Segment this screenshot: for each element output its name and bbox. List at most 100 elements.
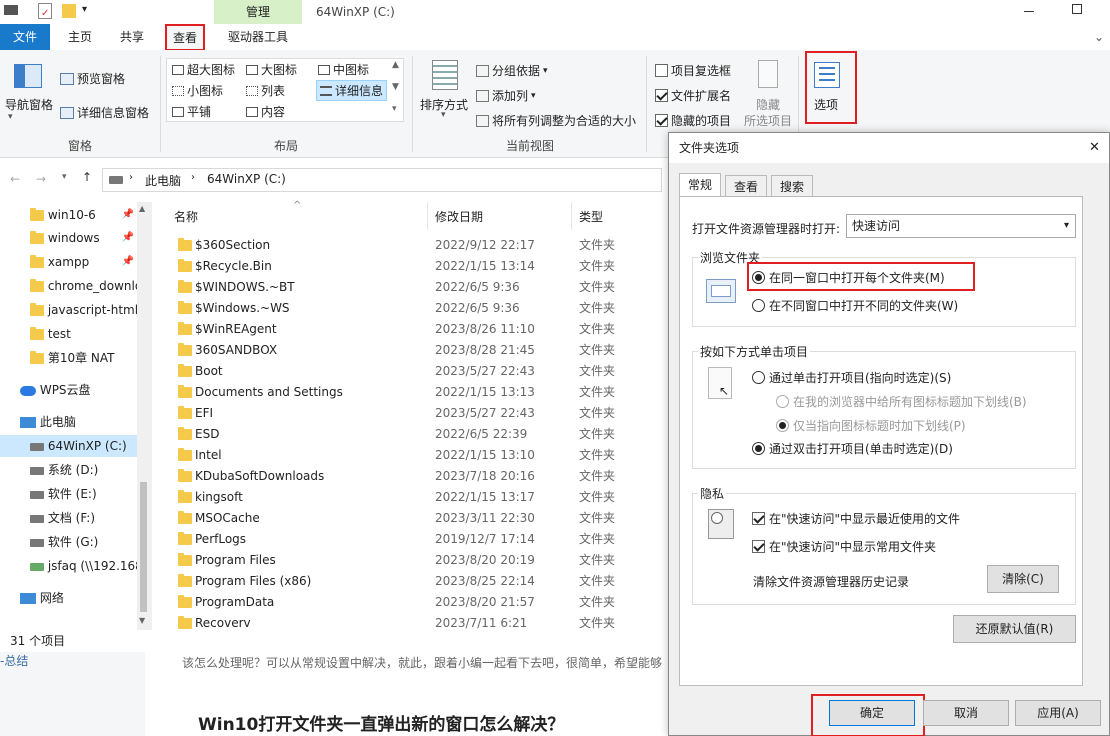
- table-row[interactable]: Boot 2023/5/27 22:43 文件夹: [166, 361, 656, 382]
- tab-general[interactable]: 常规: [679, 173, 722, 197]
- breadcrumb-chevron-icon[interactable]: ›: [129, 172, 133, 183]
- tab-home[interactable]: 主页: [58, 24, 102, 50]
- column-divider[interactable]: [427, 202, 428, 230]
- nav-item-quick-5[interactable]: test: [0, 323, 150, 345]
- navigation-pane-button[interactable]: 导航窗格: [5, 96, 53, 113]
- back-icon[interactable]: ←: [10, 172, 20, 186]
- nav-item-quick-1[interactable]: windows 📌: [0, 227, 150, 249]
- frequent-folders-checkbox[interactable]: [752, 540, 765, 553]
- hide-selected-icon[interactable]: [758, 60, 778, 88]
- gallery-scroll-up-icon[interactable]: ▲: [392, 60, 399, 70]
- manage-tab-header[interactable]: 管理: [214, 0, 302, 24]
- tab-share[interactable]: 共享: [110, 24, 154, 50]
- frequent-folders-option[interactable]: 在"快速访问"中显示常用文件夹: [752, 538, 936, 555]
- pin-icon[interactable]: 📌: [122, 227, 134, 249]
- double-click-radio[interactable]: [752, 442, 765, 455]
- table-row[interactable]: Program Files 2023/8/20 20:19 文件夹: [166, 550, 656, 571]
- nav-scrollbar-thumb[interactable]: [140, 482, 147, 612]
- navigation-pane-dropdown-icon[interactable]: ▾: [8, 112, 13, 122]
- double-click-option[interactable]: 通过双击打开项目(单击时选定)(D): [752, 440, 953, 457]
- underline-hover-radio[interactable]: [776, 419, 789, 432]
- gallery-expand-icon[interactable]: ▾: [392, 104, 397, 114]
- hidden-items-checkbox[interactable]: [655, 114, 668, 127]
- browse-new-window-option[interactable]: 在不同窗口中打开不同的文件夹(W): [752, 297, 958, 314]
- table-row[interactable]: MSOCache 2023/3/11 22:30 文件夹: [166, 508, 656, 529]
- column-header-type[interactable]: 类型: [579, 208, 603, 225]
- table-row[interactable]: kingsoft 2022/1/15 13:17 文件夹: [166, 487, 656, 508]
- forward-icon[interactable]: →: [36, 172, 46, 186]
- table-row[interactable]: Program Files (x86) 2023/8/25 22:14 文件夹: [166, 571, 656, 592]
- recent-locations-icon[interactable]: ▾: [62, 172, 67, 182]
- nav-item-drive-0[interactable]: 64WinXP (C:): [0, 435, 150, 457]
- nav-item-quick-0[interactable]: win10-6 📌: [0, 204, 150, 226]
- column-header-date[interactable]: 修改日期: [435, 208, 483, 225]
- column-header-name[interactable]: 名称: [174, 208, 198, 225]
- group-by-button[interactable]: 分组依据 ▾: [476, 62, 548, 79]
- minimize-icon[interactable]: [1024, 11, 1034, 12]
- maximize-icon[interactable]: [1072, 4, 1082, 14]
- table-row[interactable]: KDubaSoftDownloads 2023/7/18 20:16 文件夹: [166, 466, 656, 487]
- small-icons-option[interactable]: 小图标: [172, 82, 223, 99]
- fit-columns-button[interactable]: 将所有列调整为合适的大小: [476, 112, 636, 129]
- underline-browser-option[interactable]: 在我的浏览器中给所有图标标题加下划线(B): [776, 393, 1027, 410]
- hide-selected-button[interactable]: 隐藏: [756, 96, 780, 113]
- new-folder-icon[interactable]: [62, 4, 76, 18]
- breadcrumb-this-pc[interactable]: 此电脑: [145, 172, 181, 189]
- scroll-up-icon[interactable]: ▲: [139, 204, 145, 213]
- table-row[interactable]: PerfLogs 2019/12/7 17:14 文件夹: [166, 529, 656, 550]
- list-option[interactable]: 列表: [246, 82, 285, 99]
- close-icon[interactable]: ✕: [1089, 133, 1100, 163]
- table-row[interactable]: $WinREAgent 2023/8/26 11:10 文件夹: [166, 319, 656, 340]
- nav-item-drive-5[interactable]: jsfaq (\\192.168: [0, 555, 150, 577]
- tab-search[interactable]: 搜索: [771, 175, 814, 197]
- add-columns-button[interactable]: 添加列 ▾: [476, 87, 536, 104]
- browse-new-window-radio[interactable]: [752, 299, 765, 312]
- scroll-down-icon[interactable]: ▼: [139, 616, 145, 625]
- nav-item-drive-3[interactable]: 文档 (F:): [0, 507, 150, 529]
- breadcrumb-drive[interactable]: 64WinXP (C:): [207, 172, 286, 186]
- web-sidebar-text[interactable]: -总结: [0, 652, 28, 669]
- sort-by-icon[interactable]: [432, 60, 458, 90]
- nav-item-drive-1[interactable]: 系统 (D:): [0, 459, 150, 481]
- table-row[interactable]: ProgramData 2023/8/20 21:57 文件夹: [166, 592, 656, 613]
- item-checkboxes-toggle[interactable]: 项目复选框: [655, 62, 731, 79]
- apply-button[interactable]: 应用(A): [1015, 700, 1101, 726]
- sort-by-dropdown-icon[interactable]: ▾: [441, 110, 446, 120]
- open-explorer-select[interactable]: 快速访问 ▾: [846, 214, 1076, 238]
- file-extensions-toggle[interactable]: 文件扩展名: [655, 87, 731, 104]
- pin-icon[interactable]: 📌: [122, 251, 134, 273]
- tab-file[interactable]: 文件: [0, 24, 50, 50]
- underline-hover-option[interactable]: 仅当指向图标标题时加下划线(P): [776, 417, 966, 434]
- address-box[interactable]: › 此电脑 › 64WinXP (C:): [102, 168, 662, 192]
- gallery-scroll-down-icon[interactable]: ▼: [392, 82, 399, 92]
- breadcrumb-chevron-icon[interactable]: ›: [191, 172, 195, 183]
- nav-item-quick-2[interactable]: xampp 📌: [0, 251, 150, 273]
- nav-item-quick-3[interactable]: chrome_downlo: [0, 275, 150, 297]
- nav-item-quick-6[interactable]: 第10章 NAT: [0, 347, 150, 369]
- nav-item-network[interactable]: 网络: [0, 587, 150, 609]
- tab-view[interactable]: 查看: [725, 175, 768, 197]
- nav-item-wps[interactable]: WPS云盘: [0, 379, 150, 401]
- table-row[interactable]: 360SANDBOX 2023/8/28 21:45 文件夹: [166, 340, 656, 361]
- details-pane-button[interactable]: 详细信息窗格: [60, 104, 149, 121]
- nav-scrollbar[interactable]: ▲ ▼: [137, 202, 150, 630]
- item-checkboxes-checkbox[interactable]: [655, 64, 668, 77]
- table-row[interactable]: $WINDOWS.~BT 2022/6/5 9:36 文件夹: [166, 277, 656, 298]
- navigation-pane-icon[interactable]: [14, 64, 42, 88]
- nav-item-quick-4[interactable]: javascript-html: [0, 299, 150, 321]
- restore-defaults-button[interactable]: 还原默认值(R): [953, 615, 1076, 643]
- table-row[interactable]: Intel 2022/1/15 13:10 文件夹: [166, 445, 656, 466]
- table-row[interactable]: $Windows.~WS 2022/6/5 9:36 文件夹: [166, 298, 656, 319]
- ribbon-collapse-icon[interactable]: ⌄: [1094, 30, 1104, 44]
- large-icons-option[interactable]: 大图标: [246, 61, 297, 78]
- hidden-items-toggle[interactable]: 隐藏的项目: [655, 112, 731, 129]
- single-click-option[interactable]: 通过单击打开项目(指向时选定)(S): [752, 369, 951, 386]
- preview-pane-button[interactable]: 预览窗格: [60, 70, 125, 87]
- clear-history-button[interactable]: 清除(C): [987, 565, 1059, 593]
- file-extensions-checkbox[interactable]: [655, 89, 668, 102]
- column-divider[interactable]: [571, 202, 572, 230]
- underline-browser-radio[interactable]: [776, 395, 789, 408]
- details-option[interactable]: 详细信息: [316, 80, 388, 101]
- table-row[interactable]: $360Section 2022/9/12 22:17 文件夹: [166, 235, 656, 256]
- medium-icons-option[interactable]: 中图标: [318, 61, 369, 78]
